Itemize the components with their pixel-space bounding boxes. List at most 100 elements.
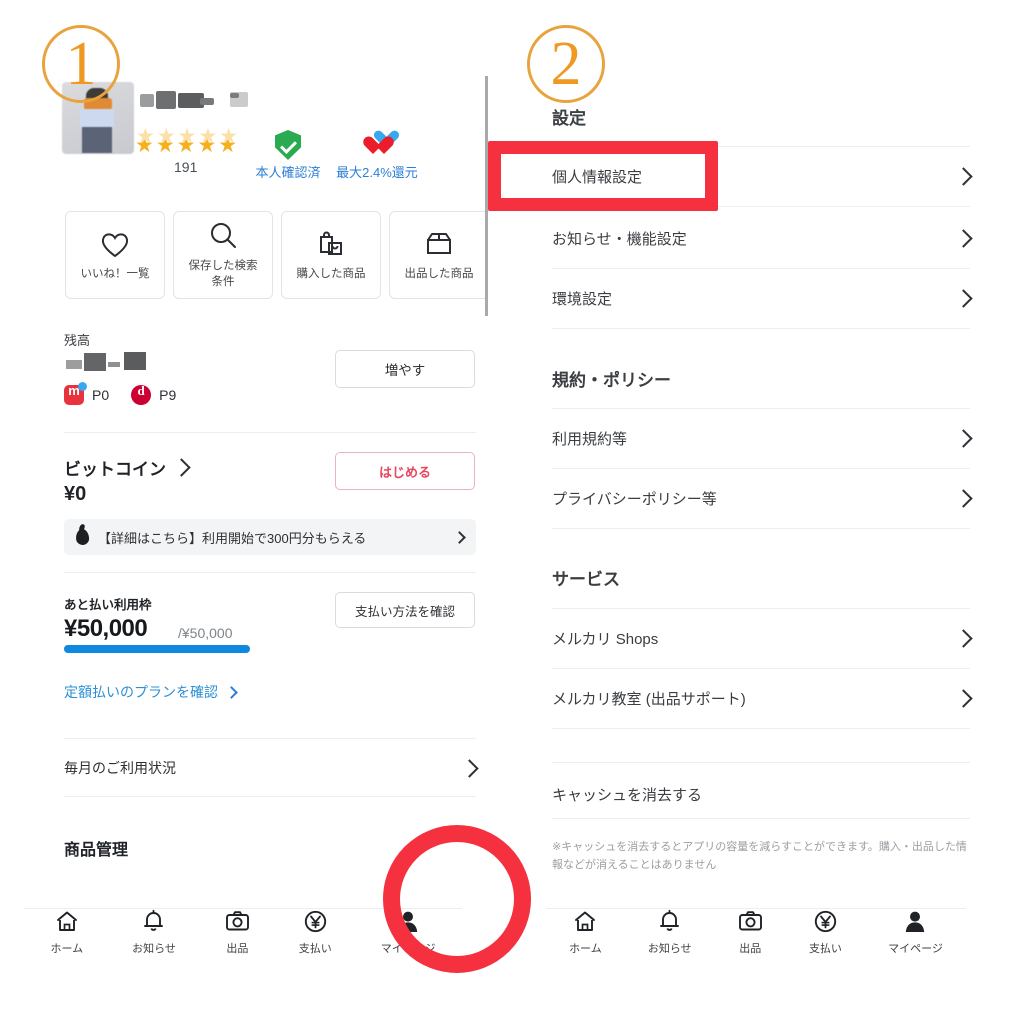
bell-icon <box>658 908 681 934</box>
divider <box>552 728 970 729</box>
mercari-point-icon <box>64 382 87 405</box>
tile-purchased[interactable]: 購入した商品 <box>281 211 381 299</box>
bitcoin-promo-text: 【詳細はこちら】利用開始で300円分もらえる <box>98 530 367 546</box>
points-row: P0 P9 <box>64 382 177 405</box>
tile-listed-label: 出品した商品 <box>404 268 474 281</box>
yen-icon <box>814 908 837 934</box>
bitcoin-start-button[interactable]: はじめる <box>335 452 475 490</box>
divider <box>64 738 476 739</box>
bitcoin-title: ビットコイン <box>64 460 166 479</box>
monthly-usage-label: 毎月のご利用状況 <box>64 760 176 776</box>
chevron-right-icon <box>954 488 973 508</box>
divider <box>552 528 970 529</box>
atobarai-label: あと払い利用枠 <box>64 598 152 612</box>
settings-title: 設定 <box>552 109 586 128</box>
atobarai-progress <box>64 645 250 653</box>
chevron-right-icon <box>954 166 973 186</box>
home-icon <box>55 908 79 934</box>
annotation-highlight-box <box>488 141 718 211</box>
tile-listed[interactable]: 出品した商品 <box>389 211 489 299</box>
chevron-right-icon <box>460 758 479 778</box>
nav-item-camera[interactable]: 出品 <box>738 908 763 956</box>
nav-item-label: お知らせ <box>647 943 692 955</box>
dpoint-value: P9 <box>159 387 177 403</box>
nav-item-label: 出品 <box>739 943 762 955</box>
bitcoin-title-row[interactable]: ビットコイン <box>64 455 191 480</box>
bitcoin-amount: ¥0 <box>64 483 87 505</box>
annotation-step-2: 2 <box>527 25 605 103</box>
policy-item-privacy[interactable]: プライバシーポリシー等 <box>552 468 973 528</box>
add-balance-button[interactable]: 増やす <box>335 350 475 388</box>
divider <box>552 818 970 819</box>
bitcoin-promo-banner[interactable]: 【詳細はこちら】利用開始で300円分もらえる <box>64 519 476 555</box>
verified-badge: 本人確認済 <box>255 130 321 181</box>
settings-item-notifications-label: お知らせ・機能設定 <box>552 230 687 248</box>
balance-section-label: 残高 <box>64 333 91 348</box>
cache-clear-label: キャッシュを消去する <box>552 786 703 804</box>
service-head: サービス <box>552 570 620 589</box>
nav-item-label: ホーム <box>50 943 84 955</box>
cache-clear-row[interactable]: キャッシュを消去する <box>552 764 970 824</box>
policy-item-privacy-label: プライバシーポリシー等 <box>552 490 717 508</box>
shopping-bag-icon <box>316 227 346 261</box>
chevron-right-icon <box>225 685 238 699</box>
bell-icon <box>142 908 165 934</box>
cashback-label: 最大2.4%還元 <box>336 165 418 180</box>
home-icon <box>573 908 597 934</box>
nav-item-label: 支払い <box>808 943 842 955</box>
heart-icon <box>100 227 130 261</box>
nav-item-bell[interactable]: お知らせ <box>132 908 176 956</box>
monthly-usage-row[interactable]: 毎月のご利用状況 <box>64 740 479 796</box>
rating-count: 191 <box>174 159 198 175</box>
box-icon <box>424 227 454 261</box>
tile-likes[interactable]: いいね！一覧 <box>65 211 165 299</box>
chevron-right-icon <box>954 628 973 648</box>
tile-likes-label: いいね！一覧 <box>80 268 150 281</box>
nav-item-label: 支払い <box>298 943 332 955</box>
nav-item-label: ホーム <box>569 943 602 955</box>
nav-item-home[interactable]: ホーム <box>50 908 83 956</box>
policy-head: 規約・ポリシー <box>552 371 671 390</box>
plan-link[interactable]: 定額払いのプランを確認 <box>64 682 238 702</box>
service-item-shops-label: メルカリ Shops <box>552 630 659 648</box>
annotation-highlight-circle <box>383 825 531 973</box>
divider <box>64 796 476 797</box>
rating-stars-ghost: ★★★★★ <box>136 125 241 148</box>
mercari-point-value: P0 <box>92 387 110 403</box>
policy-item-terms[interactable]: 利用規約等 <box>552 408 973 468</box>
plan-link-label: 定額払いのプランを確認 <box>64 684 218 700</box>
person-icon <box>904 908 926 934</box>
policy-item-terms-label: 利用規約等 <box>552 430 628 448</box>
service-item-shops[interactable]: メルカリ Shops <box>552 608 973 668</box>
atobarai-progress-fill <box>64 645 250 653</box>
hearts-icon <box>357 130 397 160</box>
divider <box>552 762 970 763</box>
tile-saved-searches-label: 保存した検索 条件 <box>188 260 258 288</box>
nav-item-label: マイページ <box>888 943 943 955</box>
settings-item-preferences-label: 環境設定 <box>552 290 613 308</box>
service-item-classroom[interactable]: メルカリ教室 (出品サポート) <box>552 668 973 728</box>
settings-item-preferences[interactable]: 環境設定 <box>552 268 973 328</box>
dpoint-icon <box>131 383 152 405</box>
settings-item-notifications[interactable]: お知らせ・機能設定 <box>552 208 973 268</box>
nav-item-yen[interactable]: 支払い <box>299 908 332 956</box>
screenshot-root: ★★★★★ ★★★★★ 191 本人確認済 最大2.4%還元 いいね！一覧 保存… <box>0 0 1024 1024</box>
service-item-classroom-label: メルカリ教室 (出品サポート) <box>552 690 746 708</box>
shield-check-icon <box>275 130 301 160</box>
tile-saved-searches[interactable]: 保存した検索 条件 <box>173 211 273 299</box>
nav-item-person[interactable]: マイページ <box>888 908 943 956</box>
nav-item-home[interactable]: ホーム <box>569 908 602 956</box>
quick-actions: いいね！一覧 保存した検索 条件 購入した商品 出品した商品 <box>65 211 489 299</box>
chevron-right-icon <box>954 228 973 248</box>
nav-item-label: 出品 <box>226 943 249 955</box>
camera-icon <box>738 908 763 934</box>
nav-item-camera[interactable]: 出品 <box>225 908 250 956</box>
tile-purchased-label: 購入した商品 <box>296 268 366 281</box>
payment-method-button[interactable]: 支払い方法を確認 <box>335 592 475 628</box>
cashback-badge: 最大2.4%還元 <box>330 130 424 181</box>
chevron-right-icon <box>954 428 973 448</box>
atobarai-amount: ¥50,000 <box>64 615 148 642</box>
nav-item-yen[interactable]: 支払い <box>809 908 842 956</box>
nav-item-bell[interactable]: お知らせ <box>648 908 692 956</box>
rating-stars: ★★★★★ ★★★★★ <box>135 125 239 158</box>
